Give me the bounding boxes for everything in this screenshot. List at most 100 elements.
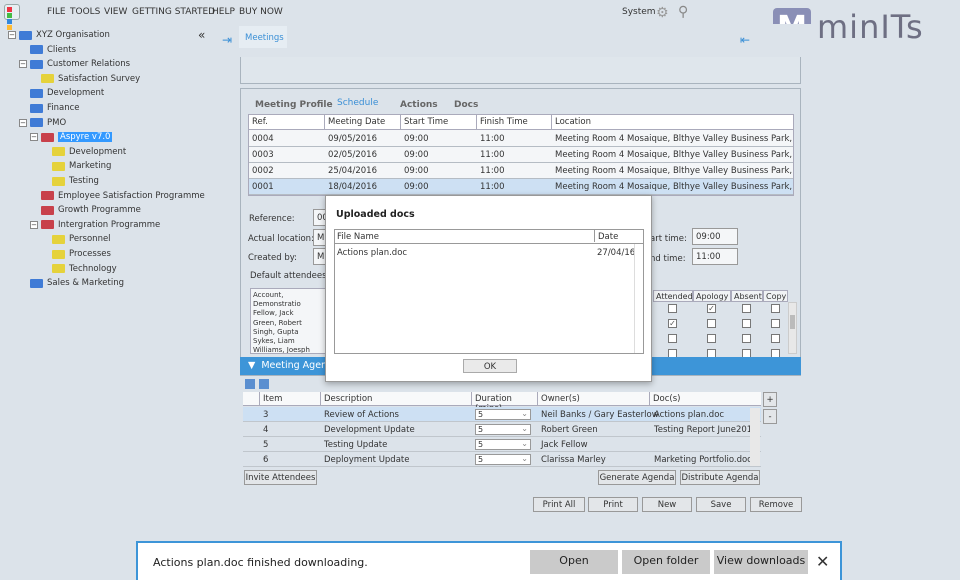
col-start-time[interactable]: Start Time <box>401 115 477 130</box>
col-meeting-date[interactable]: Meeting Date <box>325 115 401 130</box>
attendance-checkbox[interactable] <box>742 319 751 328</box>
end-time-field[interactable]: 11:00 <box>692 248 738 265</box>
tab-meeting-profile[interactable]: Meeting Profile <box>255 100 333 110</box>
col-apology[interactable]: Apology <box>693 290 731 302</box>
save-button[interactable]: Save <box>696 497 746 512</box>
ok-button[interactable]: OK <box>463 359 517 373</box>
attendance-checkbox[interactable] <box>770 319 780 328</box>
expand-toggle-icon[interactable]: − <box>19 60 27 69</box>
tab-meetings[interactable]: Meetings <box>239 26 287 48</box>
attendee-list[interactable]: Account, Demonstratio Fellow, Jack Green, … <box>250 288 330 354</box>
attendance-checkbox[interactable] <box>668 334 677 343</box>
attendance-checkbox[interactable] <box>707 334 716 343</box>
table-row[interactable]: 0001 18/04/2016 09:00 11:00 Meeting Room 4 M… <box>249 179 793 195</box>
docs-scrollbar[interactable] <box>634 244 643 353</box>
tab-docs[interactable]: Docs <box>454 100 478 110</box>
col-finish-time[interactable]: Finish Time <box>477 115 552 130</box>
col-copy[interactable]: Copy <box>763 290 788 302</box>
table-row[interactable]: 0003 02/05/2016 09:00 11:00 Meeting Room 4 M… <box>249 147 793 163</box>
move-up-icon[interactable] <box>245 379 255 389</box>
col-location[interactable]: Location <box>552 115 793 130</box>
remove-button[interactable]: Remove <box>750 497 802 512</box>
attendance-checkbox[interactable] <box>707 319 716 328</box>
tree-item[interactable]: Finance <box>19 101 80 115</box>
attendance-checkbox[interactable] <box>742 334 751 343</box>
table-row[interactable]: 4 Development Update 5 ⌄ Robert Green Testing… <box>243 422 761 437</box>
app-logo-icon[interactable] <box>4 4 20 30</box>
attendee-item[interactable]: Williams, Joesph <box>253 346 327 353</box>
col-item[interactable]: Item <box>260 392 321 406</box>
docs-list[interactable]: File Name Date Actions plan.doc 27/04/16 <box>334 229 644 354</box>
close-icon[interactable]: ✕ <box>816 552 829 571</box>
agenda-scrollbar[interactable] <box>750 408 760 466</box>
collapse-right-icon[interactable]: ⇤ <box>740 33 750 47</box>
tree-item[interactable]: Development <box>41 145 126 159</box>
attendance-checkbox[interactable] <box>742 304 751 313</box>
tree-item[interactable]: Personnel <box>41 232 111 246</box>
col-attended[interactable]: Attended <box>653 290 693 302</box>
print-button[interactable]: Print <box>588 497 638 512</box>
attendee-item[interactable]: Fellow, Jack <box>253 309 327 318</box>
menu-item-tools[interactable]: TOOLS <box>70 7 100 17</box>
col-description[interactable]: Description <box>321 392 472 406</box>
expand-toggle-icon[interactable]: − <box>30 133 38 142</box>
move-down-icon[interactable] <box>259 379 269 389</box>
doc-file-name[interactable]: Actions plan.doc <box>337 248 407 258</box>
open-button[interactable]: Open <box>530 550 618 574</box>
tree-item[interactable]: Employee Satisfaction Programme <box>30 189 205 203</box>
view-downloads-button[interactable]: View downloads <box>714 550 808 574</box>
start-time-field[interactable]: 09:00 <box>692 228 738 245</box>
expand-left-icon[interactable]: ⇥ <box>222 33 232 47</box>
expand-toggle-icon[interactable]: − <box>19 118 27 127</box>
attendee-item[interactable]: Green, Robert <box>253 319 327 328</box>
add-item-button[interactable]: + <box>763 392 777 407</box>
expand-toggle-icon[interactable]: − <box>30 220 38 229</box>
attendance-checkbox[interactable] <box>770 304 780 313</box>
attendance-checkbox[interactable]: ✓ <box>707 304 716 313</box>
open-folder-button[interactable]: Open folder <box>622 550 710 574</box>
table-row[interactable]: 0002 25/04/2016 09:00 11:00 Meeting Room 4 M… <box>249 163 793 179</box>
tree-item[interactable]: − XYZ Organisation <box>8 28 110 42</box>
invite-attendees-button[interactable]: Invite Attendees <box>244 470 317 485</box>
tree-item[interactable]: − PMO <box>19 116 66 130</box>
tree-item[interactable]: − Customer Relations <box>19 57 130 71</box>
remove-item-button[interactable]: - <box>763 409 777 424</box>
tree-item[interactable]: Satisfaction Survey <box>30 72 140 86</box>
table-row[interactable]: 0004 09/05/2016 09:00 11:00 Meeting Room 4 M… <box>249 131 793 147</box>
attendees-scrollbar[interactable] <box>788 302 797 354</box>
expand-toggle-icon[interactable]: − <box>8 31 16 39</box>
menu-item-file[interactable]: FILE <box>47 7 66 17</box>
menu-item-getting-started[interactable]: GETTING STARTED <box>132 7 215 17</box>
attendee-item[interactable]: Singh, Gupta <box>253 328 327 337</box>
tree-item[interactable]: Marketing <box>41 159 111 173</box>
menu-item-view[interactable]: VIEW <box>104 7 127 17</box>
table-row[interactable]: 5 Testing Update 5 ⌄ Jack Fellow <box>243 437 761 452</box>
gear-icon[interactable]: ⚙ <box>656 5 669 21</box>
tree-item[interactable]: Testing <box>41 174 99 188</box>
system-label[interactable]: System <box>622 7 656 17</box>
col-ref[interactable]: Ref. <box>249 115 325 130</box>
tree-item[interactable]: Growth Programme <box>30 203 141 217</box>
col-date[interactable]: Date <box>598 232 618 242</box>
menu-item-help[interactable]: HELP <box>212 7 235 17</box>
table-row[interactable]: 6 Deployment Update 5 ⌄ Clarissa Marley Marke… <box>243 452 761 467</box>
table-row[interactable]: 3 Review of Actions 5 ⌄ Neil Banks / Gary Ea… <box>243 407 761 422</box>
col-duration[interactable]: Duration (mins) <box>472 392 538 414</box>
attendance-checkbox[interactable] <box>668 304 677 313</box>
tree-item[interactable]: Development <box>19 86 104 100</box>
tab-actions[interactable]: Actions <box>400 100 438 110</box>
print-all-button[interactable]: Print All <box>533 497 585 512</box>
duration-select[interactable]: 5 ⌄ <box>475 454 531 465</box>
attendee-item[interactable]: Account, Demonstratio <box>253 291 327 309</box>
tree-item[interactable]: Clients <box>19 43 76 57</box>
col-absent[interactable]: Absent <box>731 290 763 302</box>
tree-item[interactable]: − Aspyre v7.0 <box>30 130 113 144</box>
attendee-item[interactable]: Sykes, Liam <box>253 337 327 346</box>
duration-select[interactable]: 5 ⌄ <box>475 424 531 435</box>
tab-schedule[interactable]: Schedule <box>337 98 378 108</box>
col-docs[interactable]: Doc(s) <box>650 392 761 406</box>
tree-item[interactable]: Technology <box>41 262 117 276</box>
distribute-agenda-button[interactable]: Distribute Agenda <box>680 470 760 485</box>
collapse-panel-icon[interactable]: « <box>198 28 205 42</box>
search-icon[interactable]: ⚲ <box>678 4 688 20</box>
